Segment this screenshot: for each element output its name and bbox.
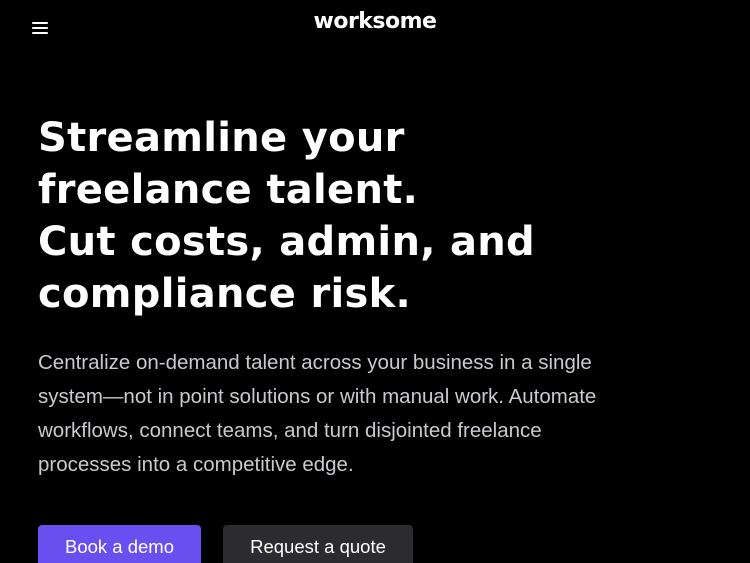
hero-title-line: Streamline your [38, 115, 405, 161]
hero-description: Centralize on-demand talent across your … [38, 351, 597, 476]
site-header: worksome [0, 0, 750, 52]
request-a-quote-button[interactable]: Request a quote [223, 525, 413, 563]
book-a-demo-button[interactable]: Book a demo [38, 525, 201, 563]
hero-title-line: freelance talent. [38, 167, 419, 213]
hero-title-line: compliance risk. [38, 271, 412, 317]
worksome-logo[interactable]: worksome [0, 9, 750, 34]
hero-title: Streamline your freelance talent. Cut co… [38, 112, 698, 320]
hero-title-line: Cut costs, admin, and [38, 219, 535, 265]
